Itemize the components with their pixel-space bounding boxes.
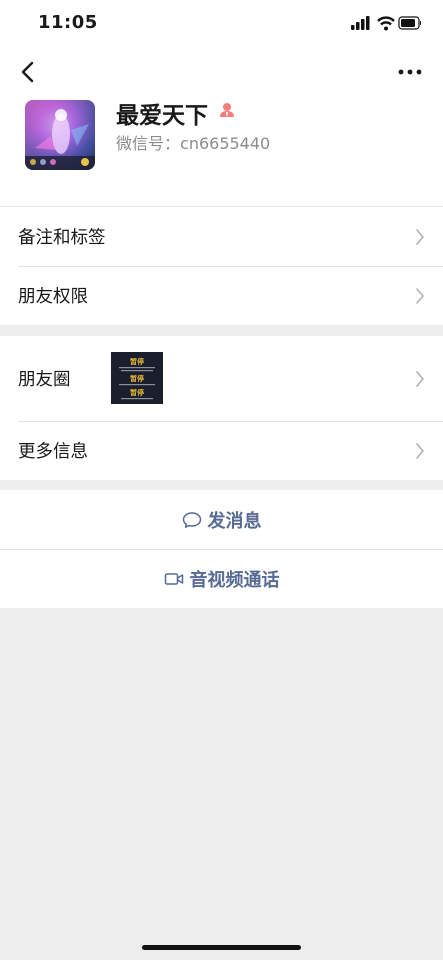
home-indicator xyxy=(142,945,301,950)
chevron-right-icon xyxy=(416,287,424,304)
more-icon[interactable] xyxy=(395,58,425,86)
thumb-title-1: 暂停 xyxy=(130,357,144,366)
wifi-icon xyxy=(377,16,395,31)
back-icon[interactable] xyxy=(14,58,42,86)
more-info-label: 更多信息 xyxy=(18,442,88,462)
avatar[interactable] xyxy=(25,100,95,170)
settings-group: 备注和标签 朋友权限 xyxy=(0,207,443,325)
friend-permissions-label: 朋友权限 xyxy=(18,287,88,307)
thumb-title-3: 暂停 xyxy=(130,388,144,397)
video-call-label: 音视频通话 xyxy=(189,569,280,591)
battery-icon xyxy=(398,16,421,30)
thumb-title-2: 暂停 xyxy=(130,374,144,383)
more-info-row[interactable]: 更多信息 xyxy=(0,421,443,480)
chevron-right-icon xyxy=(416,228,424,245)
video-camera-icon xyxy=(164,572,183,585)
profile-header: 最爱天下 微信号：cn6655440 xyxy=(0,94,443,206)
wechat-id: 微信号：cn6655440 xyxy=(116,130,270,154)
female-gender-icon xyxy=(220,103,234,117)
friend-permissions-row[interactable]: 朋友权限 xyxy=(0,266,443,325)
chat-bubble-icon xyxy=(182,511,201,528)
chevron-right-icon xyxy=(416,370,424,387)
signal-icon xyxy=(351,16,370,30)
moments-label: 朋友圈 xyxy=(18,370,71,390)
moments-row[interactable]: 朋友圈 暂停 暂停 暂停 xyxy=(0,336,443,421)
remarks-tags-row[interactable]: 备注和标签 xyxy=(0,207,443,266)
wechat-id-label: 微信号： xyxy=(116,134,181,153)
moments-thumbnail[interactable]: 暂停 暂停 暂停 xyxy=(111,352,163,404)
chevron-right-icon xyxy=(416,442,424,459)
status-bar: 11:05 xyxy=(0,0,443,50)
send-message-label: 发消息 xyxy=(207,510,262,532)
status-time: 11:05 xyxy=(38,12,98,33)
action-group: 发消息 音视频通话 xyxy=(0,490,443,608)
video-call-button[interactable]: 音视频通话 xyxy=(0,549,443,608)
send-message-button[interactable]: 发消息 xyxy=(0,490,443,549)
nav-bar xyxy=(0,50,443,94)
profile-name: 最爱天下 xyxy=(116,103,208,129)
wechat-id-value: cn6655440 xyxy=(180,134,271,153)
info-group: 朋友圈 暂停 暂停 暂停 更多信息 xyxy=(0,336,443,480)
moments-thumbnail-image: 暂停 暂停 暂停 xyxy=(111,352,163,404)
remarks-tags-label: 备注和标签 xyxy=(18,228,106,248)
status-icons xyxy=(351,16,421,31)
